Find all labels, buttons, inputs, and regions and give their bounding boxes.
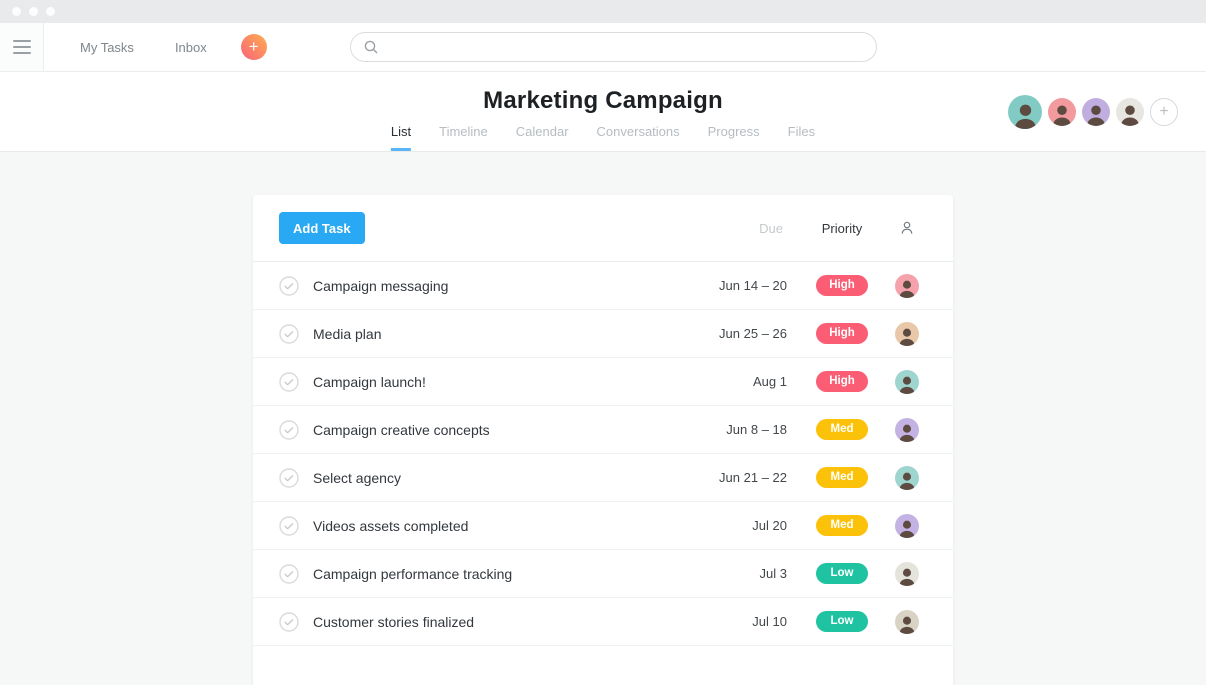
tab-conversations[interactable]: Conversations bbox=[597, 124, 680, 151]
column-header-priority[interactable]: Priority bbox=[797, 221, 887, 236]
priority-badge[interactable]: High bbox=[816, 275, 868, 296]
task-due-date[interactable]: Aug 1 bbox=[677, 374, 797, 389]
priority-badge[interactable]: Low bbox=[816, 611, 868, 632]
tab-files[interactable]: Files bbox=[788, 124, 815, 151]
check-circle-icon[interactable] bbox=[279, 372, 299, 392]
task-name[interactable]: Campaign creative concepts bbox=[313, 422, 677, 438]
tab-timeline[interactable]: Timeline bbox=[439, 124, 488, 151]
task-row[interactable]: Videos assets completed Jul 20 Med bbox=[253, 502, 953, 550]
task-due-date[interactable]: Jun 14 – 20 bbox=[677, 278, 797, 293]
nav-item-inbox[interactable]: Inbox bbox=[175, 40, 207, 55]
window-title-bar bbox=[0, 0, 1206, 23]
check-circle-icon[interactable] bbox=[279, 516, 299, 536]
task-due-date[interactable]: Jul 3 bbox=[677, 566, 797, 581]
plus-icon: + bbox=[249, 35, 259, 59]
add-member-button[interactable]: + bbox=[1150, 98, 1178, 126]
project-members: + bbox=[1008, 95, 1178, 129]
quick-add-button[interactable]: + bbox=[241, 34, 267, 60]
task-name[interactable]: Media plan bbox=[313, 326, 677, 342]
priority-badge[interactable]: High bbox=[816, 371, 868, 392]
member-avatar[interactable] bbox=[1048, 98, 1076, 126]
task-row[interactable]: Media plan Jun 25 – 26 High bbox=[253, 310, 953, 358]
tab-calendar[interactable]: Calendar bbox=[516, 124, 569, 151]
plus-circle-icon: + bbox=[1159, 103, 1168, 121]
priority-badge[interactable]: Med bbox=[816, 419, 868, 440]
check-circle-icon[interactable] bbox=[279, 468, 299, 488]
search-bar[interactable] bbox=[350, 32, 877, 62]
task-row[interactable]: Campaign launch! Aug 1 High bbox=[253, 358, 953, 406]
task-row[interactable]: Customer stories finalized Jul 10 Low bbox=[253, 598, 953, 646]
member-avatar[interactable] bbox=[1008, 95, 1042, 129]
task-row[interactable]: Campaign performance tracking Jul 3 Low bbox=[253, 550, 953, 598]
check-circle-icon[interactable] bbox=[279, 276, 299, 296]
window-control-dot[interactable] bbox=[46, 7, 55, 16]
window-control-dot[interactable] bbox=[29, 7, 38, 16]
assignee-avatar[interactable] bbox=[895, 274, 919, 298]
member-avatar[interactable] bbox=[1116, 98, 1144, 126]
task-due-date[interactable]: Jun 8 – 18 bbox=[677, 422, 797, 437]
check-circle-icon[interactable] bbox=[279, 564, 299, 584]
task-row[interactable]: Select agency Jun 21 – 22 Med bbox=[253, 454, 953, 502]
member-avatar[interactable] bbox=[1082, 98, 1110, 126]
project-header: Marketing Campaign ListTimelineCalendarC… bbox=[0, 72, 1206, 152]
tab-list[interactable]: List bbox=[391, 124, 411, 151]
priority-badge[interactable]: High bbox=[816, 323, 868, 344]
assignee-avatar[interactable] bbox=[895, 514, 919, 538]
task-row[interactable]: Campaign messaging Jun 14 – 20 High bbox=[253, 262, 953, 310]
check-circle-icon[interactable] bbox=[279, 420, 299, 440]
check-circle-icon[interactable] bbox=[279, 324, 299, 344]
task-row[interactable]: Campaign creative concepts Jun 8 – 18 Me… bbox=[253, 406, 953, 454]
search-icon bbox=[363, 39, 379, 55]
assignee-avatar[interactable] bbox=[895, 466, 919, 490]
tab-progress[interactable]: Progress bbox=[708, 124, 760, 151]
assignee-avatar[interactable] bbox=[895, 370, 919, 394]
task-rows: Campaign messaging Jun 14 – 20 High Medi… bbox=[253, 262, 953, 646]
priority-badge[interactable]: Low bbox=[816, 563, 868, 584]
task-list-header: Add Task Due Priority bbox=[253, 195, 953, 262]
task-name[interactable]: Campaign launch! bbox=[313, 374, 677, 390]
add-task-button[interactable]: Add Task bbox=[279, 212, 365, 244]
sidebar-toggle[interactable] bbox=[0, 23, 44, 71]
navbar-main: My Tasks Inbox + bbox=[44, 23, 1206, 71]
task-name[interactable]: Select agency bbox=[313, 470, 677, 486]
priority-badge[interactable]: Med bbox=[816, 515, 868, 536]
check-circle-icon[interactable] bbox=[279, 612, 299, 632]
window-control-dot[interactable] bbox=[12, 7, 21, 16]
project-tabs: List Timeline Calendar Conversations Progres… bbox=[391, 124, 815, 151]
person-icon bbox=[898, 219, 916, 237]
task-due-date[interactable]: Jul 10 bbox=[677, 614, 797, 629]
priority-badge[interactable]: Med bbox=[816, 467, 868, 488]
task-name[interactable]: Customer stories finalized bbox=[313, 614, 677, 630]
search-input[interactable] bbox=[387, 40, 864, 55]
nav-item-my-tasks[interactable]: My Tasks bbox=[80, 40, 134, 55]
hamburger-icon[interactable] bbox=[13, 40, 31, 54]
column-header-due[interactable]: Due bbox=[677, 221, 797, 236]
column-header-assignee[interactable] bbox=[887, 219, 927, 237]
assignee-avatar[interactable] bbox=[895, 562, 919, 586]
task-due-date[interactable]: Jun 21 – 22 bbox=[677, 470, 797, 485]
task-name[interactable]: Campaign messaging bbox=[313, 278, 677, 294]
task-name[interactable]: Campaign performance tracking bbox=[313, 566, 677, 582]
task-name[interactable]: Videos assets completed bbox=[313, 518, 677, 534]
task-due-date[interactable]: Jun 25 – 26 bbox=[677, 326, 797, 341]
task-list-card: Add Task Due Priority Campaign messaging… bbox=[253, 195, 953, 685]
assignee-avatar[interactable] bbox=[895, 418, 919, 442]
assignee-avatar[interactable] bbox=[895, 610, 919, 634]
assignee-avatar[interactable] bbox=[895, 322, 919, 346]
content-area: Add Task Due Priority Campaign messaging… bbox=[0, 195, 1206, 685]
task-due-date[interactable]: Jul 20 bbox=[677, 518, 797, 533]
app-navbar: My Tasks Inbox + bbox=[0, 23, 1206, 72]
